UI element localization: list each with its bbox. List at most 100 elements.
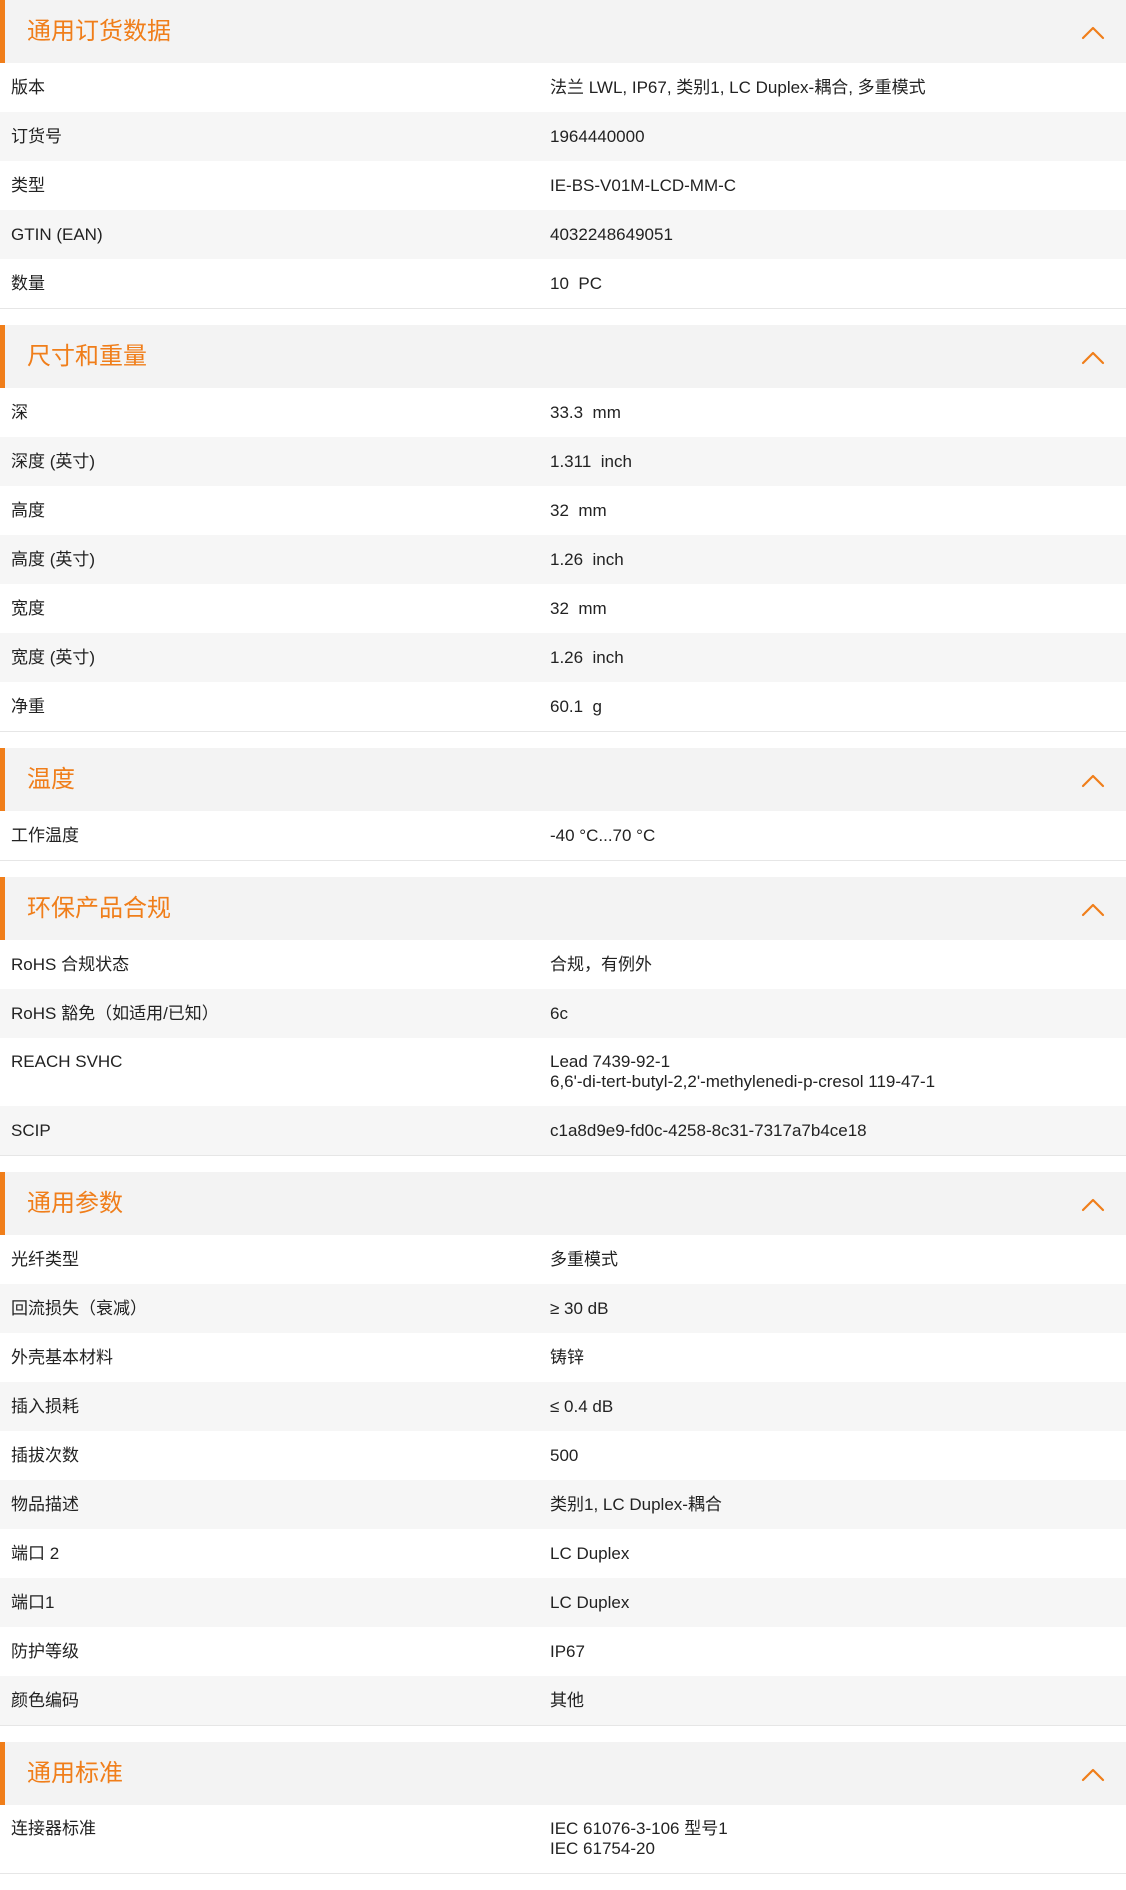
spec-section: 通用标准连接器标准 IEC 61076-3-106 型号1 IEC 61754-20 [0, 1742, 1126, 1874]
chevron-up-icon[interactable] [1078, 1760, 1108, 1790]
spec-label: 宽度 (英寸) [11, 648, 96, 667]
chevron-up-icon[interactable] [1078, 766, 1108, 796]
spec-label: RoHS 豁免（如适用/已知） [11, 1004, 219, 1023]
spec-row: 回流损失（衰减） ≥ 30 dB [0, 1284, 1126, 1333]
spec-row: 数量 10 PC [0, 259, 1126, 308]
spec-row: 净重 60.1 g [0, 682, 1126, 731]
spec-row: GTIN (EAN) 4032248649051 [0, 210, 1126, 259]
spec-row: SCIP c1a8d9e9-fd0c-4258-8c31-7317a7b4ce18 [0, 1106, 1126, 1155]
spec-label: 端口 2 [11, 1544, 60, 1563]
spec-section: 环保产品合规 RoHS 合规状态 合规，有例外 RoHS 豁免（如适用/已知） 6c RE… [0, 877, 1126, 1156]
spec-label: 插入损耗 [11, 1397, 79, 1416]
spec-label: 深 [11, 403, 28, 422]
spec-label: RoHS 合规状态 [11, 955, 130, 974]
spec-value: 铸锌 [550, 1348, 584, 1367]
section-header-toggle[interactable]: 通用参数 [0, 1172, 1126, 1235]
spec-value: 1964440000 [550, 127, 645, 146]
section-header-toggle[interactable]: 尺寸和重量 [0, 325, 1126, 388]
chevron-up-icon[interactable] [1078, 1190, 1108, 1220]
spec-value: ≥ 30 dB [550, 1299, 609, 1318]
spec-label: 宽度 [11, 599, 45, 618]
spec-row: 光纤类型 多重模式 [0, 1235, 1126, 1284]
section-title: 通用参数 [27, 1190, 123, 1217]
section-gap [0, 309, 1126, 325]
chevron-up-icon[interactable] [1078, 18, 1108, 48]
section-title: 通用订货数据 [27, 18, 171, 45]
spec-label: 订货号 [11, 127, 62, 146]
spec-row: 插入损耗 ≤ 0.4 dB [0, 1382, 1126, 1431]
spec-label: 深度 (英寸) [11, 452, 96, 471]
spec-label: 数量 [11, 274, 45, 293]
spec-label: 颜色编码 [11, 1691, 79, 1710]
spec-label: REACH SVHC [11, 1052, 123, 1071]
spec-row: 外壳基本材料 铸锌 [0, 1333, 1126, 1382]
spec-value: LC Duplex [550, 1544, 630, 1563]
spec-row: 插拔次数 500 [0, 1431, 1126, 1480]
spec-row: 防护等级 IP67 [0, 1627, 1126, 1676]
spec-row: 端口1 LC Duplex [0, 1578, 1126, 1627]
spec-value-line: 6,6'-di-tert-butyl-2,2'-methylenedi-p-cr… [550, 1072, 936, 1091]
spec-row: 物品描述 类别1, LC Duplex-耦合 [0, 1480, 1126, 1529]
spec-value: ≤ 0.4 dB [550, 1397, 614, 1416]
spec-section: 尺寸和重量深 33.3 mm 深度 (英寸) 1.311 inch 高度 32 mm 高度 … [0, 325, 1126, 732]
spec-row: 订货号 1964440000 [0, 112, 1126, 161]
spec-value: LC Duplex [550, 1593, 630, 1612]
spec-row: RoHS 豁免（如适用/已知） 6c [0, 989, 1126, 1038]
section-header-toggle[interactable]: 通用标准 [0, 1742, 1126, 1805]
spec-label: 端口1 [11, 1593, 55, 1612]
section-gap [0, 861, 1126, 877]
spec-label: 物品描述 [11, 1495, 79, 1514]
spec-label: 插拔次数 [11, 1446, 79, 1465]
section-title: 环保产品合规 [27, 895, 171, 922]
spec-value: 6c [550, 1004, 568, 1023]
spec-value: 60.1 g [550, 697, 602, 716]
spec-value: IEC 61076-3-106 型号1 IEC 61754-20 [550, 1819, 728, 1859]
spec-value: 10 PC [550, 274, 602, 293]
chevron-up-icon[interactable] [1078, 895, 1108, 925]
spec-value: 33.3 mm [550, 403, 621, 422]
spec-row: 高度 (英寸) 1.26 inch [0, 535, 1126, 584]
section-header-toggle[interactable]: 环保产品合规 [0, 877, 1126, 940]
spec-label: 连接器标准 [11, 1819, 96, 1838]
spec-label: 工作温度 [11, 826, 79, 845]
spec-label: SCIP [11, 1121, 51, 1140]
section-header-toggle[interactable]: 通用订货数据 [0, 0, 1126, 63]
spec-label: 回流损失（衰减） [11, 1299, 147, 1318]
spec-value: c1a8d9e9-fd0c-4258-8c31-7317a7b4ce18 [550, 1121, 867, 1140]
spec-value-line: IEC 61076-3-106 型号1 [550, 1819, 728, 1838]
section-gap [0, 1726, 1126, 1742]
spec-value: Lead 7439-92-1 6,6'-di-tert-butyl-2,2'-me… [550, 1052, 935, 1092]
spec-row: 连接器标准 IEC 61076-3-106 型号1 IEC 61754-20 [0, 1805, 1126, 1873]
section-title: 通用标准 [27, 1760, 123, 1787]
spec-label: 光纤类型 [11, 1250, 79, 1269]
spec-row: 深 33.3 mm [0, 388, 1126, 437]
section-title: 尺寸和重量 [27, 343, 147, 370]
section-title: 温度 [27, 766, 75, 793]
spec-value: 4032248649051 [550, 225, 673, 244]
spec-value: IE-BS-V01M-LCD-MM-C [550, 176, 737, 195]
section-gap [0, 732, 1126, 748]
spec-value: IP67 [550, 1642, 585, 1661]
spec-label: 净重 [11, 697, 45, 716]
spec-label: 外壳基本材料 [11, 1348, 113, 1367]
spec-row: RoHS 合规状态 合规，有例外 [0, 940, 1126, 989]
spec-label: 防护等级 [11, 1642, 79, 1661]
section-header-toggle[interactable]: 温度 [0, 748, 1126, 811]
chevron-up-icon[interactable] [1078, 343, 1108, 373]
spec-section: 通用参数光纤类型 多重模式回流损失（衰减） ≥ 30 dB 外壳基本材料 铸锌插入损耗 ≤… [0, 1172, 1126, 1726]
spec-label: GTIN (EAN) [11, 225, 103, 244]
spec-row: 宽度 (英寸) 1.26 inch [0, 633, 1126, 682]
spec-value: 1.26 inch [550, 550, 624, 569]
spec-row: 颜色编码 其他 [0, 1676, 1126, 1725]
spec-value-line: Lead 7439-92-1 [550, 1052, 671, 1071]
spec-row: 类型 IE-BS-V01M-LCD-MM-C [0, 161, 1126, 210]
spec-label: 高度 [11, 501, 45, 520]
spec-value-line: IEC 61754-20 [550, 1839, 655, 1858]
spec-value: 500 [550, 1446, 579, 1465]
spec-section: 温度 工作温度 -40 °C...70 °C [0, 748, 1126, 861]
section-gap [0, 1156, 1126, 1172]
spec-row: 版本 法兰 LWL, IP67, 类别1, LC Duplex-耦合, 多重模式 [0, 63, 1126, 112]
spec-label: 类型 [11, 176, 45, 195]
spec-row: REACH SVHC Lead 7439-92-1 6,6'-di-tert-but… [0, 1038, 1126, 1106]
spec-value: 类别1, LC Duplex-耦合 [550, 1495, 722, 1514]
